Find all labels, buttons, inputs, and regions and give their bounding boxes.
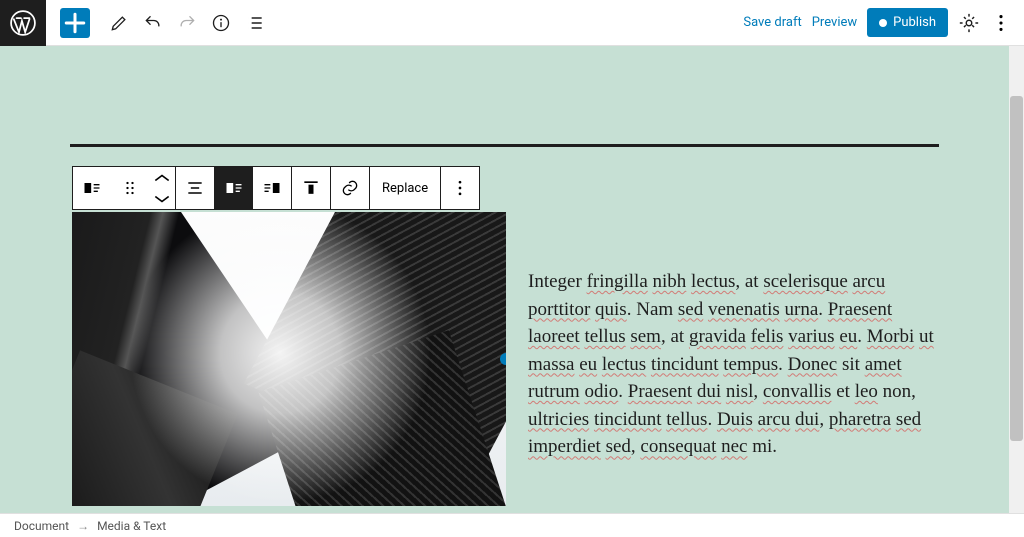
wordpress-logo[interactable] — [0, 0, 46, 46]
publish-tools: Save draft Preview Publish — [743, 8, 1024, 37]
more-options-button[interactable] — [990, 12, 1012, 34]
resize-handle[interactable] — [500, 353, 506, 365]
media-right-icon — [262, 178, 282, 198]
vertical-align-button[interactable] — [292, 167, 330, 209]
publish-label: Publish — [893, 15, 936, 30]
move-buttons[interactable] — [149, 167, 175, 209]
pencil-icon — [109, 13, 129, 33]
drag-handle[interactable] — [111, 167, 149, 209]
breadcrumb-separator-icon: → — [77, 519, 89, 533]
block-type-button[interactable] — [73, 167, 111, 209]
media-left-button[interactable] — [215, 167, 253, 209]
info-icon — [211, 13, 231, 33]
wordpress-icon — [10, 10, 36, 36]
valign-top-icon — [301, 178, 321, 198]
align-button[interactable] — [176, 167, 214, 209]
redo-icon — [177, 13, 197, 33]
media-image[interactable] — [72, 212, 506, 506]
chevron-down-icon — [152, 189, 172, 209]
breadcrumb: Document → Media & Text — [0, 513, 1024, 537]
breadcrumb-root[interactable]: Document — [14, 519, 69, 533]
list-icon — [245, 13, 265, 33]
info-button[interactable] — [206, 8, 236, 38]
paragraph-block[interactable]: Integer fringilla nibh lectus, at sceler… — [528, 268, 939, 461]
gear-icon — [958, 12, 980, 34]
link-icon — [340, 178, 360, 198]
link-button[interactable] — [331, 167, 369, 209]
drag-icon — [120, 178, 140, 198]
media-text-block[interactable]: Integer fringilla nibh lectus, at sceler… — [72, 212, 939, 506]
block-toolbar: Replace — [72, 166, 480, 210]
status-dot-icon — [879, 19, 887, 27]
align-icon — [185, 178, 205, 198]
scrollbar[interactable] — [1009, 46, 1024, 513]
media-text-icon — [82, 178, 102, 198]
add-block-button[interactable] — [60, 8, 90, 38]
kebab-icon — [450, 178, 470, 198]
save-draft-button[interactable]: Save draft — [743, 15, 801, 30]
block-more-button[interactable] — [441, 167, 479, 209]
media-left-icon — [224, 178, 244, 198]
editor-canvas: Replace Integer fringilla nibh lectus, a… — [0, 46, 1024, 513]
top-toolbar: Save draft Preview Publish — [0, 0, 1024, 46]
chevron-up-icon — [152, 168, 172, 188]
plus-icon — [60, 8, 90, 38]
text-column[interactable]: Integer fringilla nibh lectus, at sceler… — [506, 212, 939, 461]
editor-tools — [104, 8, 270, 38]
breadcrumb-current[interactable]: Media & Text — [97, 519, 166, 533]
media-right-button[interactable] — [253, 167, 291, 209]
separator-block[interactable] — [70, 144, 939, 147]
publish-button[interactable]: Publish — [867, 8, 948, 37]
redo-button[interactable] — [172, 8, 202, 38]
preview-button[interactable]: Preview — [812, 15, 857, 30]
replace-media-button[interactable]: Replace — [370, 167, 440, 209]
edit-mode-button[interactable] — [104, 8, 134, 38]
kebab-icon — [990, 12, 1012, 34]
undo-button[interactable] — [138, 8, 168, 38]
outline-button[interactable] — [240, 8, 270, 38]
undo-icon — [143, 13, 163, 33]
settings-button[interactable] — [958, 12, 980, 34]
scroll-thumb[interactable] — [1010, 96, 1023, 441]
